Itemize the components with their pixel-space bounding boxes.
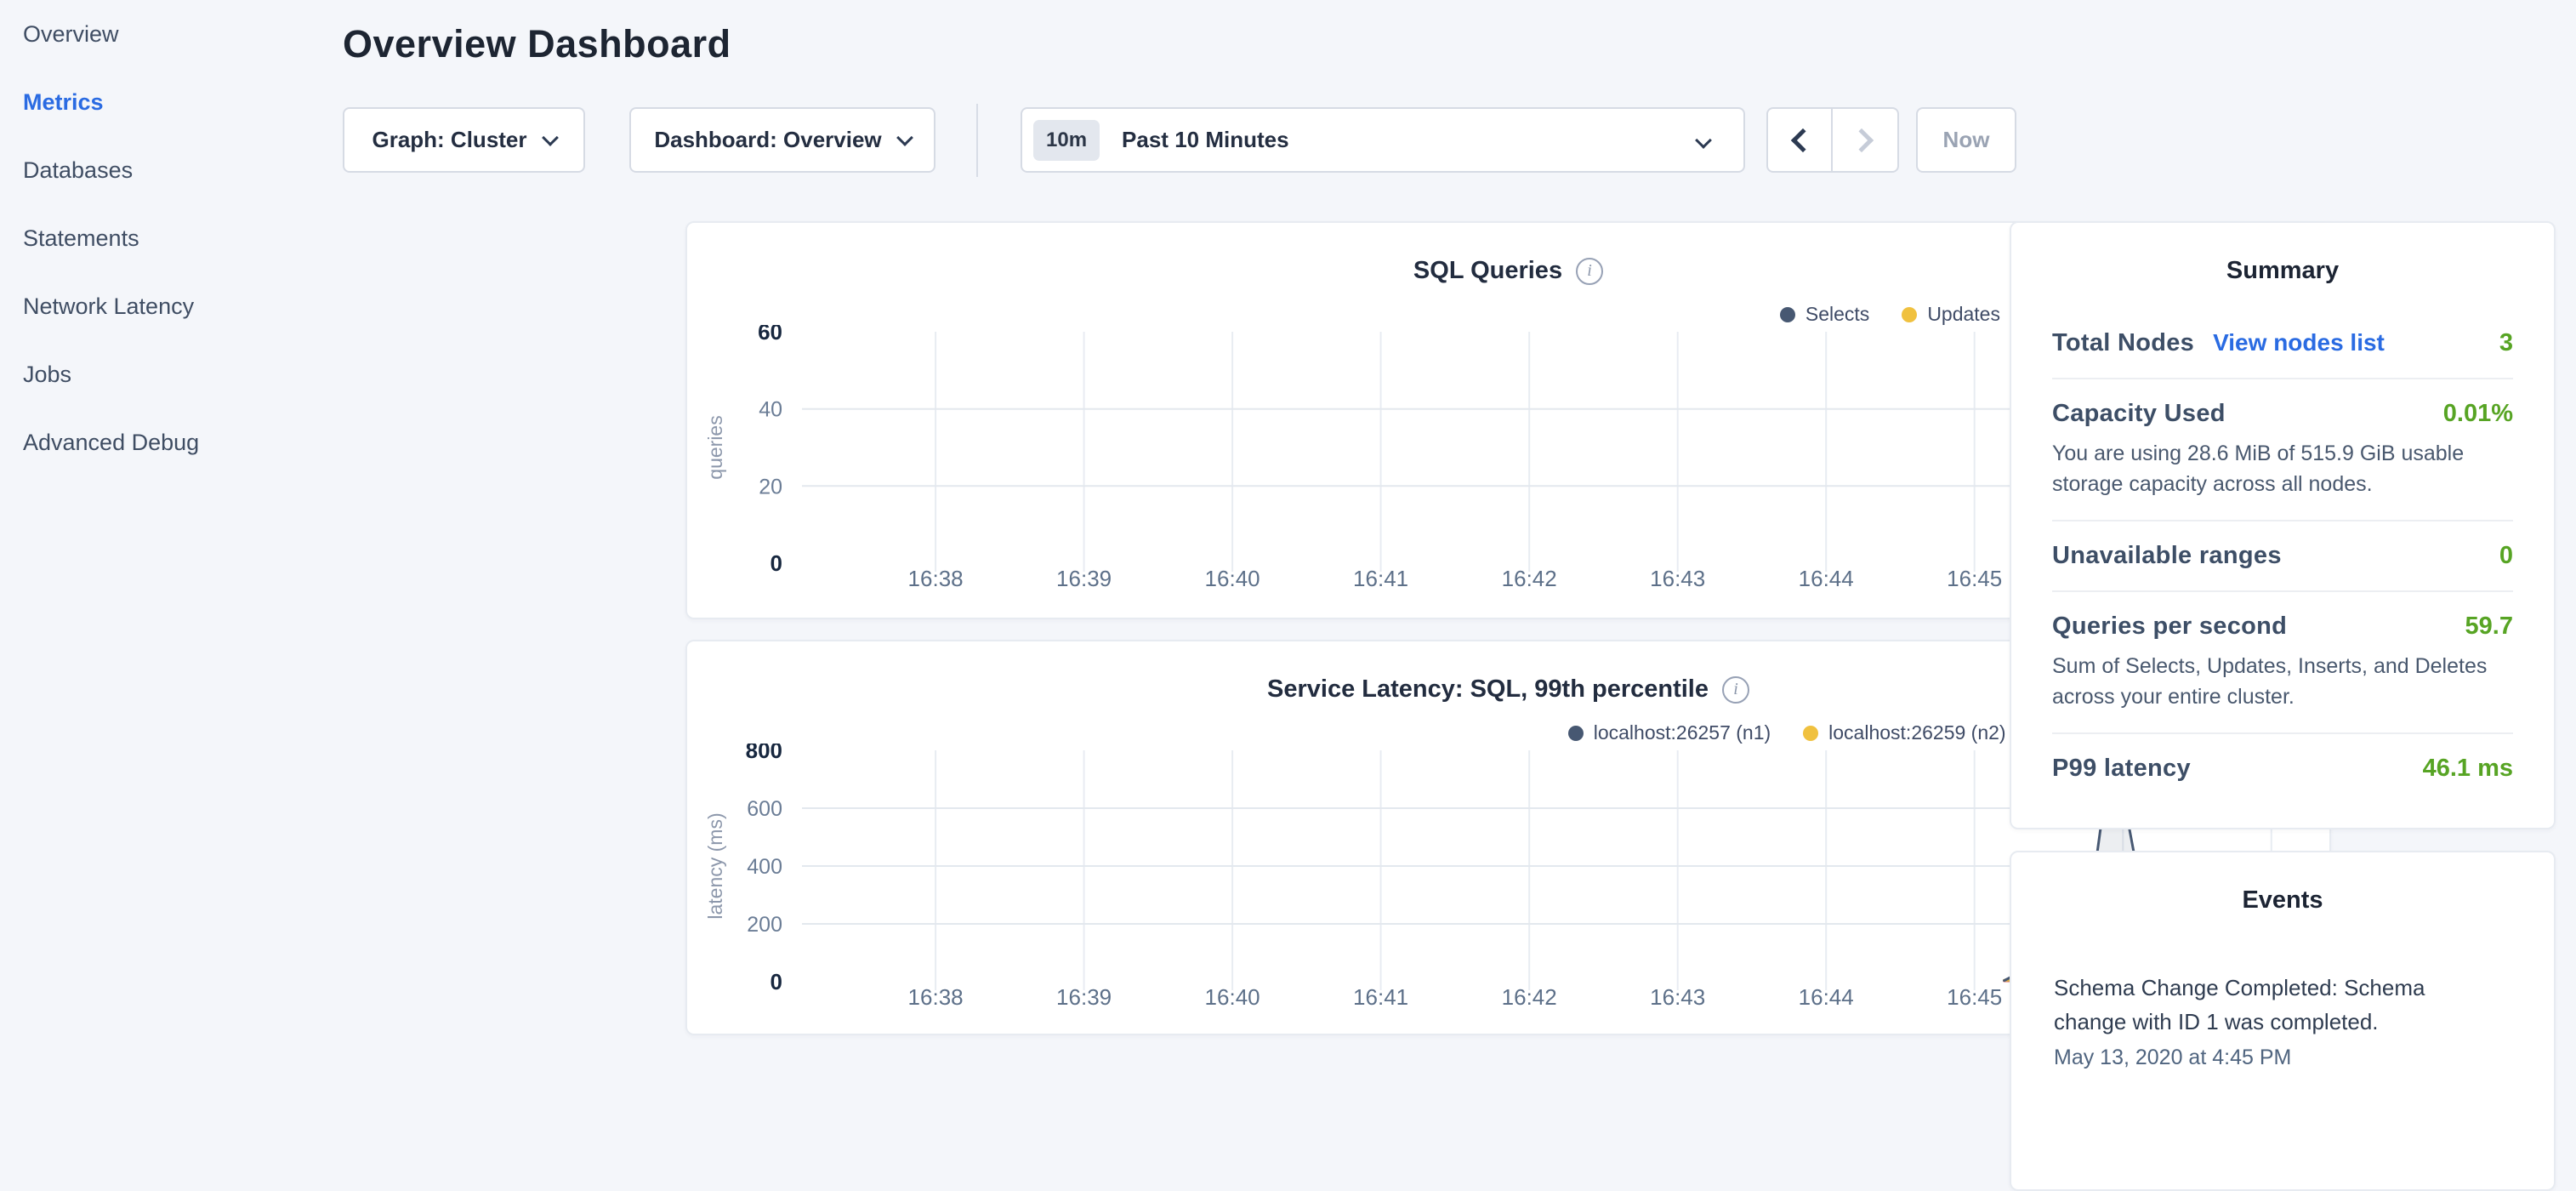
y-tick-label: 20 [759, 475, 782, 499]
info-icon[interactable]: i [1722, 676, 1749, 704]
y-tick-label: 800 [746, 744, 782, 763]
summary-row-total-nodes: Total Nodes View nodes list 3 [2052, 309, 2513, 379]
y-tick-label: 40 [759, 398, 782, 422]
time-range-label: Past 10 Minutes [1122, 127, 1289, 153]
toolbar-divider [976, 104, 978, 177]
time-range-dropdown[interactable]: 10m Past 10 Minutes [1021, 107, 1745, 173]
summary-row-unavailable-ranges: Unavailable ranges 0 [2052, 521, 2513, 592]
x-tick-label: 16:42 [1502, 566, 1557, 591]
now-button[interactable]: Now [1916, 107, 2016, 173]
sidebar-item-jobs[interactable]: Jobs [0, 340, 340, 408]
dashboard-dropdown[interactable]: Dashboard: Overview [629, 107, 935, 173]
summary-description: Sum of Selects, Updates, Inserts, and De… [2052, 651, 2513, 712]
legend-dot [1568, 726, 1584, 741]
summary-description: You are using 28.6 MiB of 515.9 GiB usab… [2052, 438, 2513, 499]
legend-label: localhost:26257 (n1) [1594, 721, 1771, 744]
chevron-right-icon [1850, 128, 1874, 151]
legend-label: Selects [1805, 303, 1869, 326]
x-tick-label: 16:45 [1947, 984, 2002, 1010]
graph-scope-dropdown[interactable]: Graph: Cluster [343, 107, 585, 173]
info-icon[interactable]: i [1576, 258, 1603, 285]
x-tick-label: 16:42 [1502, 984, 1557, 1010]
x-tick-label: 16:41 [1353, 566, 1408, 591]
y-axis-title: queries [704, 415, 726, 479]
view-nodes-list-link[interactable]: View nodes list [2213, 329, 2385, 356]
summary-row-capacity-used: Capacity Used 0.01% You are using 28.6 M… [2052, 379, 2513, 521]
sidebar-item-databases[interactable]: Databases [0, 136, 340, 204]
x-tick-label: 16:40 [1205, 566, 1260, 591]
chart-title: SQL Queries [1413, 257, 1562, 285]
summary-title: Summary [2052, 223, 2513, 309]
sidebar-item-network-latency[interactable]: Network Latency [0, 272, 340, 340]
summary-value: 0.01% [2443, 400, 2513, 428]
time-range-badge: 10m [1033, 120, 1100, 161]
summary-row-p99-latency: P99 latency 46.1 ms [2052, 734, 2513, 803]
legend-item: Updates [1902, 303, 2000, 326]
chevron-down-icon [1695, 132, 1712, 149]
legend-label: Updates [1927, 303, 2000, 326]
summary-value: 46.1 ms [2423, 755, 2513, 783]
x-tick-label: 16:39 [1056, 566, 1112, 591]
page-title: Overview Dashboard [343, 22, 731, 66]
time-step-back-button[interactable] [1768, 109, 1833, 171]
x-tick-label: 16:39 [1056, 984, 1112, 1010]
sidebar-item-advanced-debug[interactable]: Advanced Debug [0, 408, 340, 476]
x-tick-label: 16:45 [1947, 566, 2002, 591]
x-tick-label: 16:40 [1205, 984, 1260, 1010]
legend-dot [1780, 307, 1795, 322]
chart-title: Service Latency: SQL, 99th percentile [1267, 675, 1709, 704]
summary-row-queries-per-second: Queries per second 59.7 Sum of Selects, … [2052, 592, 2513, 734]
y-tick-label: 0 [771, 969, 782, 994]
chevron-left-icon [1791, 128, 1815, 151]
chevron-down-icon [896, 129, 913, 146]
sidebar-item-overview[interactable]: Overview [0, 0, 340, 68]
legend-label: localhost:26259 (n2) [1828, 721, 2005, 744]
event-timestamp: May 13, 2020 at 4:45 PM [2054, 1046, 2511, 1070]
y-axis-title: latency (ms) [704, 812, 726, 919]
events-panel: Events Schema Change Completed: Schema c… [2010, 851, 2556, 1191]
x-tick-label: 16:38 [908, 984, 964, 1010]
legend-dot [1803, 726, 1818, 741]
summary-label: Queries per second [2052, 613, 2287, 641]
summary-label: Capacity Used [2052, 400, 2226, 428]
graph-scope-dropdown-label: Graph: Cluster [372, 127, 526, 153]
y-tick-label: 400 [747, 855, 782, 879]
x-tick-label: 16:44 [1799, 984, 1854, 1010]
legend-item: Selects [1780, 303, 1869, 326]
legend-item: localhost:26259 (n2) [1803, 721, 2005, 744]
summary-panel: Summary Total Nodes View nodes list 3 Ca… [2010, 221, 2556, 829]
y-tick-label: 0 [771, 550, 782, 576]
y-tick-label: 600 [747, 797, 782, 821]
y-tick-label: 60 [758, 325, 782, 345]
legend-item: localhost:26257 (n1) [1568, 721, 1771, 744]
summary-label: Total Nodes [2052, 329, 2194, 357]
sidebar: Overview Metrics Databases Statements Ne… [0, 0, 340, 476]
summary-label: Unavailable ranges [2052, 542, 2282, 570]
toolbar: Graph: Cluster Dashboard: Overview 10m P… [343, 107, 1988, 173]
sidebar-item-statements[interactable]: Statements [0, 204, 340, 272]
time-step-buttons [1766, 107, 1899, 173]
chevron-down-icon [542, 129, 559, 146]
sidebar-item-metrics[interactable]: Metrics [0, 68, 340, 136]
x-tick-label: 16:43 [1650, 566, 1705, 591]
summary-label: P99 latency [2052, 755, 2191, 783]
summary-value: 0 [2499, 542, 2513, 570]
x-tick-label: 16:43 [1650, 984, 1705, 1010]
x-tick-label: 16:44 [1799, 566, 1854, 591]
y-tick-label: 200 [747, 913, 782, 937]
x-tick-label: 16:41 [1353, 984, 1408, 1010]
summary-value: 59.7 [2465, 613, 2513, 641]
dashboard-dropdown-label: Dashboard: Overview [654, 127, 881, 153]
event-message[interactable]: Schema Change Completed: Schema change w… [2054, 971, 2483, 1039]
time-step-forward-button[interactable] [1833, 109, 1897, 171]
events-title: Events [2054, 852, 2511, 938]
summary-value: 3 [2499, 329, 2513, 357]
x-tick-label: 16:38 [908, 566, 964, 591]
legend-dot [1902, 307, 1917, 322]
